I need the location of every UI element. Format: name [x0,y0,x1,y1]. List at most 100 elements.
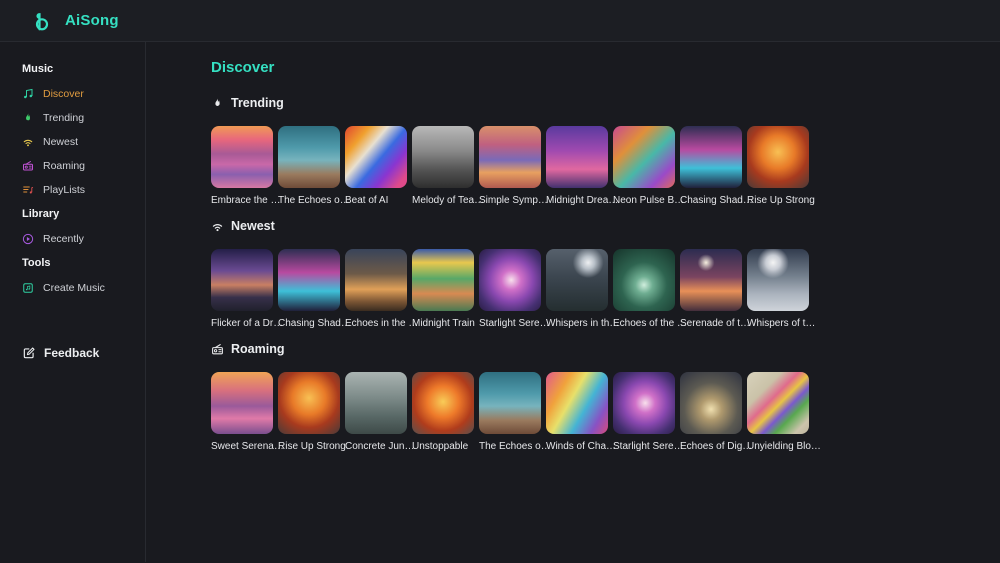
sidebar-item-newest[interactable]: Newest [22,136,137,148]
card-title: Chasing Shad… [278,318,340,330]
album-art[interactable] [479,249,541,311]
sidebar-item-trending[interactable]: Trending [22,112,137,124]
playlist-icon [22,184,34,196]
card-title: Starlight Sere… [479,318,541,330]
music-card-melody-of-tea[interactable]: Melody of Tea… [412,126,474,207]
album-art[interactable] [613,249,675,311]
album-art[interactable] [680,249,742,311]
album-art[interactable] [345,249,407,311]
card-title: Echoes of Dig… [680,441,742,453]
music-card-simple-symp[interactable]: Simple Symp… [479,126,541,207]
sidebar-item-feedback[interactable]: Feedback [22,346,137,360]
music-card-unstoppable[interactable]: Unstoppable [412,372,474,453]
page-title: Discover [211,59,1000,76]
card-title: The Echoes o… [479,441,541,453]
pencil-square-icon [22,346,36,360]
album-art[interactable] [747,249,809,311]
section-title: Trending [231,96,284,110]
album-art[interactable] [680,126,742,188]
card-title: Unyielding Blo… [747,441,809,453]
album-art[interactable] [479,372,541,434]
album-art[interactable] [613,126,675,188]
sidebar-section-library: LibraryRecently [22,208,137,245]
section-roaming: Roaming Sweet Serena… Rise Up Strong Concre… [211,342,1000,453]
music-card-chasing-shad[interactable]: Chasing Shad… [680,126,742,207]
music-card-winds-of-cha[interactable]: Winds of Cha… [546,372,608,453]
music-card-echoes-in-the[interactable]: Echoes in the … [345,249,407,330]
music-card-starlight-sere[interactable]: Starlight Sere… [479,249,541,330]
music-card-concrete-jun[interactable]: Concrete Jun… [345,372,407,453]
sidebar-item-recently[interactable]: Recently [22,233,137,245]
card-list: Embrace the …The Echoes o…Beat of AIMelo… [211,126,1000,207]
sidebar-item-label: Trending [43,112,84,124]
album-art[interactable] [747,372,809,434]
music-card-echoes-of-dig[interactable]: Echoes of Dig… [680,372,742,453]
album-art[interactable] [479,126,541,188]
radio-icon [22,160,34,172]
card-title: Flicker of a Dr… [211,318,273,330]
app-layout: MusicDiscoverTrendingNewestRoamingPlayLi… [0,42,1000,562]
album-art[interactable] [412,372,474,434]
music-card-whispers-of-t[interactable]: Whispers of t… [747,249,809,330]
section-header-trending: Trending [211,96,1000,110]
card-title: Concrete Jun… [345,441,407,453]
card-title: Rise Up Strong [747,195,809,207]
flame-icon [22,112,34,124]
card-title: Starlight Sere… [613,441,675,453]
section-title: Roaming [231,342,284,356]
music-card-starlight-sere[interactable]: Starlight Sere… [613,372,675,453]
sidebar: MusicDiscoverTrendingNewestRoamingPlayLi… [0,42,146,562]
sidebar-item-create-music[interactable]: Create Music [22,282,137,294]
card-title: Chasing Shad… [680,195,742,207]
section-header-roaming: Roaming [211,342,1000,356]
music-card-echoes-of-the[interactable]: Echoes of the … [613,249,675,330]
album-art[interactable] [680,372,742,434]
music-card-beat-of-ai[interactable]: Beat of AI [345,126,407,207]
album-art[interactable] [412,249,474,311]
sidebar-item-discover[interactable]: Discover [22,88,137,100]
sidebar-item-label: PlayLists [43,184,85,196]
album-art[interactable] [211,372,273,434]
music-card-flicker-of-a-dr[interactable]: Flicker of a Dr… [211,249,273,330]
album-art[interactable] [278,372,340,434]
album-art[interactable] [211,126,273,188]
create-music-icon [22,282,34,294]
music-card-embrace-the[interactable]: Embrace the … [211,126,273,207]
section-title: Newest [231,219,275,233]
music-card-sweet-serena[interactable]: Sweet Serena… [211,372,273,453]
album-art[interactable] [546,126,608,188]
album-art[interactable] [345,372,407,434]
main-content: Discover TrendingEmbrace the …The Echoes… [146,42,1000,562]
app-title: AiSong [65,12,119,29]
sidebar-item-roaming[interactable]: Roaming [22,160,137,172]
music-card-serenade-of-t[interactable]: Serenade of t… [680,249,742,330]
album-art[interactable] [613,372,675,434]
album-art[interactable] [546,249,608,311]
section-trending: Trending Embrace the …The Echoes o…Beat o… [211,96,1000,207]
card-title: Echoes in the … [345,318,407,330]
main-sections: TrendingEmbrace the …The Echoes o…Beat o… [211,96,1000,453]
album-art[interactable] [278,249,340,311]
music-card-unyielding-blo[interactable]: Unyielding Blo… [747,372,809,453]
sidebar-item-label: Create Music [43,282,105,294]
card-title: Whispers in th… [546,318,608,330]
card-title: Sweet Serena… [211,441,273,453]
music-card-midnight-drea[interactable]: Midnight Drea… [546,126,608,207]
music-card-the-echoes-o[interactable]: The Echoes o… [479,372,541,453]
music-card-rise-up-strong[interactable]: Rise Up Strong [278,372,340,453]
music-card-the-echoes-o[interactable]: The Echoes o… [278,126,340,207]
app-logo-icon[interactable] [29,9,53,33]
music-card-rise-up-strong[interactable]: Rise Up Strong [747,126,809,207]
album-art[interactable] [345,126,407,188]
album-art[interactable] [412,126,474,188]
album-art[interactable] [747,126,809,188]
album-art[interactable] [546,372,608,434]
music-card-whispers-in-th[interactable]: Whispers in th… [546,249,608,330]
album-art[interactable] [211,249,273,311]
album-art[interactable] [278,126,340,188]
sidebar-item-playlists[interactable]: PlayLists [22,184,137,196]
music-card-midnight-train[interactable]: Midnight Train [412,249,474,330]
card-title: Echoes of the … [613,318,675,330]
music-card-chasing-shad[interactable]: Chasing Shad… [278,249,340,330]
music-card-neon-pulse-b[interactable]: Neon Pulse B… [613,126,675,207]
